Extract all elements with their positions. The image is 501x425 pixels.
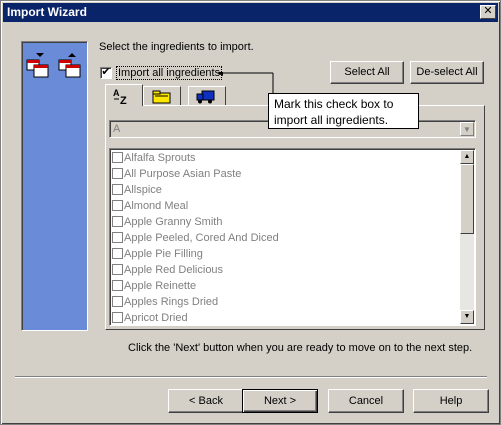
scroll-down-button[interactable]: ▼ <box>460 310 474 324</box>
next-button[interactable]: Next > <box>242 389 318 413</box>
tab-alphabetical[interactable]: A Z <box>105 84 143 106</box>
ingredient-name: All Purpose Asian Paste <box>124 168 242 180</box>
instruction-text: Select the ingredients to import. <box>99 41 254 53</box>
import-wizard-window: Import Wizard ✕ Select the ingredients t… <box>0 0 501 425</box>
window-title: Import Wizard <box>7 5 87 19</box>
back-button[interactable]: < Back <box>168 389 244 413</box>
help-callout: Mark this check box to import all ingred… <box>268 93 419 129</box>
ingredient-name: Apple Peeled, Cored And Diced <box>124 232 279 244</box>
list-item[interactable]: All Purpose Asian Paste <box>112 168 241 184</box>
import-pages-icon <box>26 53 49 78</box>
tab-category[interactable] <box>143 86 181 105</box>
ingredient-name: Alfalfa Sprouts <box>124 152 196 164</box>
item-checkbox[interactable] <box>112 216 123 227</box>
letter-filter-value: A <box>113 123 121 135</box>
close-icon: ✕ <box>483 5 493 17</box>
svg-text:A: A <box>113 88 120 98</box>
cancel-button[interactable]: Cancel <box>328 389 404 413</box>
list-item[interactable]: Almond Meal <box>112 200 188 216</box>
deselect-all-button[interactable]: De-select All <box>410 61 484 84</box>
svg-text:Z: Z <box>120 95 127 105</box>
close-button[interactable]: ✕ <box>480 5 496 19</box>
list-item[interactable]: Apricot Dried <box>112 312 188 325</box>
list-item[interactable]: Apple Granny Smith <box>112 216 222 232</box>
scroll-up-button[interactable]: ▲ <box>460 150 474 164</box>
wizard-side-panel <box>21 41 88 331</box>
list-scrollbar[interactable]: ▲ ▼ <box>460 150 474 324</box>
item-checkbox[interactable] <box>112 184 123 195</box>
item-checkbox[interactable] <box>112 152 123 163</box>
list-item[interactable]: Apple Reinette <box>112 280 196 296</box>
item-checkbox[interactable] <box>112 280 123 291</box>
item-checkbox[interactable] <box>112 312 123 323</box>
scroll-thumb[interactable] <box>460 164 474 234</box>
list-item[interactable]: Apple Peeled, Cored And Diced <box>112 232 279 248</box>
ingredient-name: Apple Pie Filling <box>124 248 203 260</box>
import-all-checkbox[interactable]: ✔ <box>100 67 112 79</box>
item-checkbox[interactable] <box>112 168 123 179</box>
ingredient-name: Apples Rings Dried <box>124 296 219 308</box>
select-all-button[interactable]: Select All <box>330 61 404 84</box>
ingredients-list[interactable]: Alfalfa Sprouts All Purpose Asian Paste … <box>109 148 476 326</box>
checkmark-icon: ✔ <box>101 66 111 78</box>
chevron-down-icon[interactable]: ▼ <box>460 122 474 136</box>
ingredient-name: Apple Reinette <box>124 280 197 292</box>
title-bar[interactable]: Import Wizard ✕ <box>3 3 498 22</box>
alphabetical-sort-icon: A Z <box>113 88 127 105</box>
export-pages-icon <box>58 53 81 78</box>
list-item[interactable]: Allspice <box>112 184 162 200</box>
ingredient-name: Apple Red Delicious <box>124 264 224 276</box>
ingredient-name: Apricot Dried <box>124 312 188 324</box>
import-all-label[interactable]: Import all ingredients <box>116 66 223 80</box>
item-checkbox[interactable] <box>112 232 123 243</box>
ingredient-name: Allspice <box>124 184 162 196</box>
help-button[interactable]: Help <box>413 389 489 413</box>
item-checkbox[interactable] <box>112 248 123 259</box>
ingredient-name: Almond Meal <box>124 200 189 212</box>
list-item[interactable]: Apples Rings Dried <box>112 296 218 312</box>
item-checkbox[interactable] <box>112 264 123 275</box>
item-checkbox[interactable] <box>112 200 123 211</box>
ingredient-name: Apple Granny Smith <box>124 216 223 228</box>
item-checkbox[interactable] <box>112 296 123 307</box>
list-item[interactable]: Alfalfa Sprouts <box>112 152 196 168</box>
folder-icon <box>152 90 171 104</box>
list-item[interactable]: Apple Red Delicious <box>112 264 223 280</box>
truck-icon <box>196 90 215 104</box>
separator <box>15 376 487 378</box>
list-item[interactable]: Apple Pie Filling <box>112 248 203 264</box>
next-step-hint: Click the 'Next' button when you are rea… <box>128 342 473 354</box>
